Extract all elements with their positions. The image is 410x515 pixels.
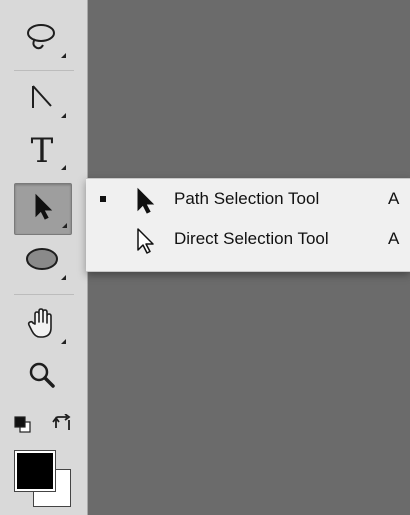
menu-item-label: Path Selection Tool bbox=[174, 189, 320, 208]
zoom-icon bbox=[27, 360, 57, 395]
submenu-indicator bbox=[61, 165, 66, 170]
tool-flyout-menu: Path Selection Tool A Direct Selection T… bbox=[86, 178, 410, 272]
menu-item-shortcut: A bbox=[388, 189, 400, 208]
swap-colors-icon[interactable] bbox=[52, 413, 74, 439]
default-colors-icon[interactable] bbox=[14, 416, 32, 439]
hand-tool[interactable] bbox=[14, 300, 70, 350]
type-tool[interactable]: T bbox=[14, 126, 70, 176]
submenu-indicator bbox=[61, 53, 66, 58]
lasso-tool[interactable] bbox=[14, 14, 70, 64]
pen-tool[interactable] bbox=[14, 74, 70, 124]
tools-panel: T bbox=[0, 0, 88, 515]
ellipse-icon bbox=[24, 246, 60, 277]
toolbar-divider bbox=[14, 294, 74, 295]
foreground-color-swatch[interactable] bbox=[14, 450, 56, 492]
menu-item-shortcut: A bbox=[388, 229, 400, 248]
toolbar-divider bbox=[14, 70, 74, 71]
ellipse-tool[interactable] bbox=[14, 236, 70, 286]
type-icon: T bbox=[30, 131, 54, 171]
submenu-indicator bbox=[62, 223, 67, 228]
menu-item-direct-selection[interactable]: Direct Selection Tool A bbox=[86, 220, 410, 260]
submenu-indicator bbox=[61, 339, 66, 344]
hand-icon bbox=[25, 306, 59, 345]
pen-icon bbox=[27, 82, 57, 117]
selected-bullet bbox=[100, 196, 106, 202]
path-selection-tool[interactable] bbox=[14, 183, 72, 235]
submenu-indicator bbox=[61, 113, 66, 118]
hollow-arrow-icon bbox=[132, 227, 160, 255]
path-selection-icon bbox=[30, 192, 56, 227]
menu-item-label: Direct Selection Tool bbox=[174, 229, 329, 248]
zoom-tool[interactable] bbox=[14, 352, 70, 402]
submenu-indicator bbox=[61, 275, 66, 280]
lasso-icon bbox=[25, 22, 59, 57]
filled-arrow-icon bbox=[132, 187, 160, 215]
menu-item-path-selection[interactable]: Path Selection Tool A bbox=[86, 180, 410, 220]
